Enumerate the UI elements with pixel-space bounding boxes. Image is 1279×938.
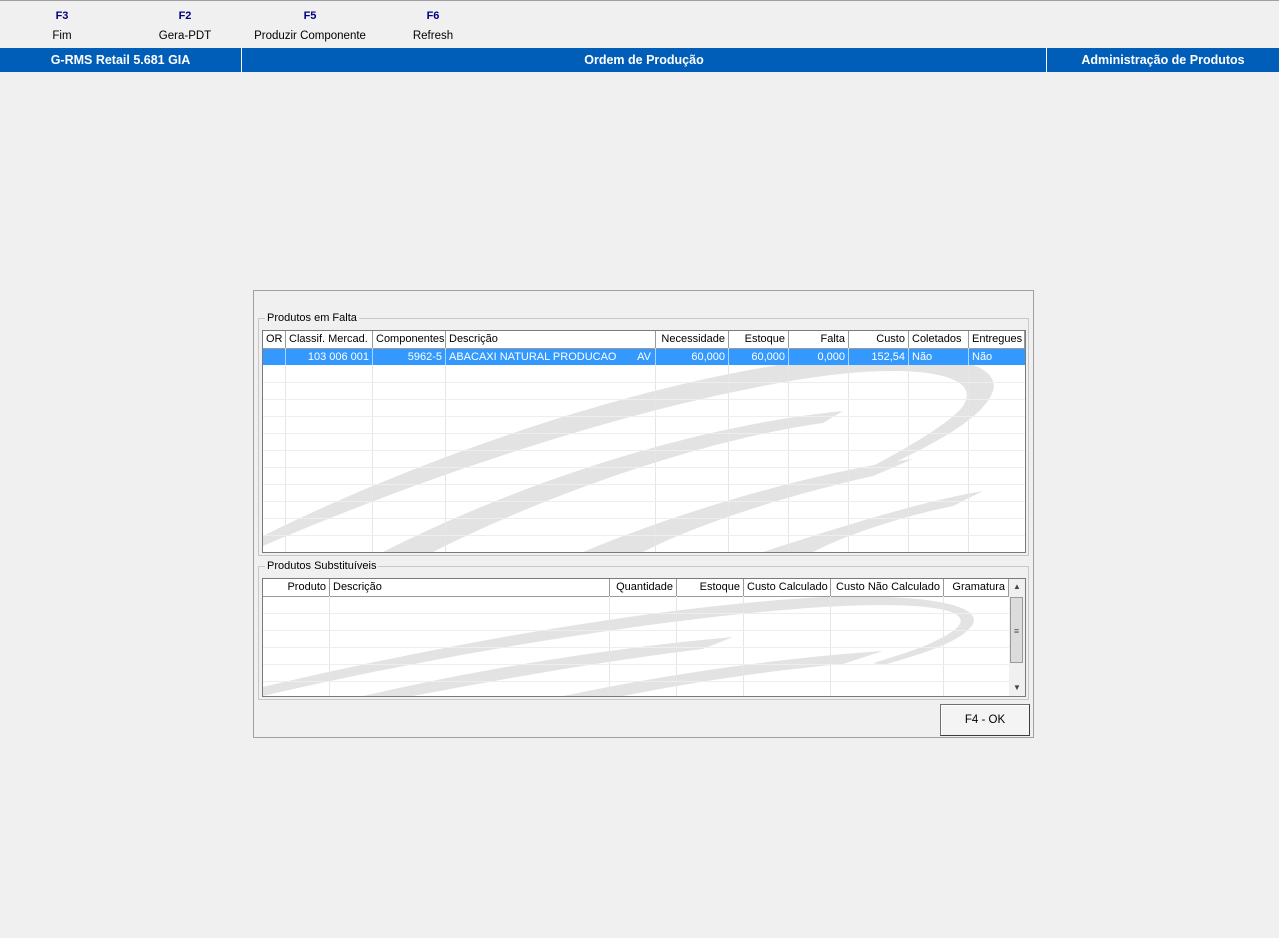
col-componentes[interactable]: Componentes <box>373 331 446 348</box>
vertical-scrollbar[interactable]: ▲ ≡ ▼ <box>1009 579 1025 696</box>
col-classif-mercad[interactable]: Classif. Mercad. <box>286 331 373 348</box>
fkey-code: F6 <box>426 10 440 22</box>
fkey-code: F5 <box>303 10 317 22</box>
col-falta[interactable]: Falta <box>789 331 849 348</box>
col-custo-nao-calculado[interactable]: Custo Não Calculado <box>831 579 944 596</box>
col-custo[interactable]: Custo <box>849 331 909 348</box>
col-estoque[interactable]: Estoque <box>677 579 744 596</box>
scroll-down-arrow-icon[interactable]: ▼ <box>1009 680 1025 696</box>
cell-or <box>263 349 286 365</box>
scroll-up-arrow-icon[interactable]: ▲ <box>1009 579 1025 595</box>
production-order-dialog: Produtos em Falta OR Classif. Mercad. Co… <box>253 290 1034 738</box>
missing-products-header: OR Classif. Mercad. Componentes Descriçã… <box>263 331 1025 349</box>
col-gramatura[interactable]: Gramatura <box>944 579 1009 596</box>
screen-title: Ordem de Produção <box>241 48 1046 72</box>
top-border <box>0 0 1279 1</box>
cell-unidade: AV <box>637 351 651 363</box>
cell-descricao: ABACAXI NATURAL PRODUCAO AV <box>446 349 656 365</box>
scroll-grip-icon: ≡ <box>1013 626 1020 636</box>
col-coletados[interactable]: Coletados <box>909 331 969 348</box>
missing-products-grid[interactable]: OR Classif. Mercad. Componentes Descriçã… <box>262 330 1026 553</box>
cell-necessidade: 60,000 <box>656 349 729 365</box>
fkey-gera-pdt-button[interactable]: F2 Gera-PDT <box>150 10 220 43</box>
col-entregues[interactable]: Entregues <box>969 331 1025 348</box>
fkey-refresh-button[interactable]: F6 Refresh <box>403 10 463 43</box>
fkey-code: F2 <box>178 10 192 22</box>
fkey-label: Fim <box>52 30 72 42</box>
col-necessidade[interactable]: Necessidade <box>656 331 729 348</box>
cell-falta: 0,000 <box>789 349 849 365</box>
col-produto[interactable]: Produto <box>263 579 330 596</box>
fkey-label: Refresh <box>412 30 454 42</box>
fkey-fim-button[interactable]: F3 Fim <box>32 10 92 43</box>
module-title: Administração de Produtos <box>1046 48 1279 72</box>
ok-button[interactable]: F4 - OK <box>940 704 1030 736</box>
col-descricao[interactable]: Descrição <box>330 579 610 596</box>
cell-coletados: Não <box>909 349 969 365</box>
fkey-label: Gera-PDT <box>158 30 212 42</box>
substitute-products-group: Produtos Substituíveis Produto Descrição… <box>258 559 1029 700</box>
missing-products-legend: Produtos em Falta <box>265 311 359 325</box>
substitute-products-legend: Produtos Substituíveis <box>265 559 379 573</box>
app-version-title: G-RMS Retail 5.681 GIA <box>50 53 191 67</box>
col-descricao[interactable]: Descrição <box>446 331 656 348</box>
table-row[interactable]: 103 006 001 5962-5 ABACAXI NATURAL PRODU… <box>263 349 1025 365</box>
cell-custo: 152,54 <box>849 349 909 365</box>
title-bar: G-RMS Retail 5.681 GIA Ordem de Produção… <box>0 48 1279 72</box>
col-estoque[interactable]: Estoque <box>729 331 789 348</box>
col-or[interactable]: OR <box>263 331 286 348</box>
function-key-bar: F3 Fim F2 Gera-PDT F5 Produzir Component… <box>0 2 1279 46</box>
substitute-products-header: Produto Descrição Quantidade Estoque Cus… <box>263 579 1009 597</box>
fkey-code: F3 <box>55 10 69 22</box>
col-custo-calculado[interactable]: Custo Calculado <box>744 579 831 596</box>
cell-descricao-text: ABACAXI NATURAL PRODUCAO <box>449 351 617 363</box>
cell-entregues: Não <box>972 351 993 363</box>
fkey-produzir-componente-button[interactable]: F5 Produzir Componente <box>245 10 375 43</box>
scroll-thumb[interactable]: ≡ <box>1010 597 1023 663</box>
substitute-products-grid[interactable]: Produto Descrição Quantidade Estoque Cus… <box>262 578 1026 697</box>
fkey-label: Produzir Componente <box>254 30 366 42</box>
col-quantidade[interactable]: Quantidade <box>610 579 677 596</box>
cell-componente: 5962-5 <box>373 349 446 365</box>
missing-products-group: Produtos em Falta OR Classif. Mercad. Co… <box>258 311 1029 556</box>
cell-estoque: 60,000 <box>729 349 789 365</box>
cell-classif: 103 006 001 <box>286 349 373 365</box>
